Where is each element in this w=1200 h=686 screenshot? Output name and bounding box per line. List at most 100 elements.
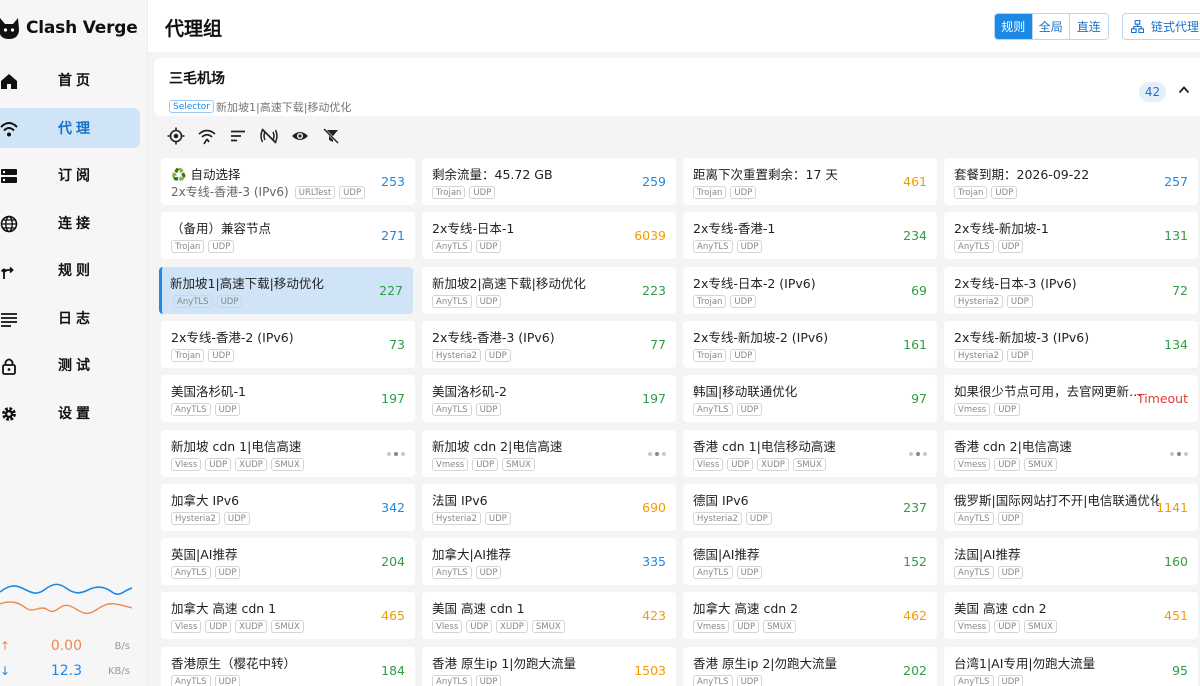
proxy-card[interactable]: 新加坡1|高速下载|移动优化 AnyTLS UDP 227 xyxy=(159,266,413,314)
show-type-button[interactable] xyxy=(290,126,310,146)
proxy-card[interactable]: 2x专线-新加坡-3 (IPv6) Hysteria2 UDP 134 xyxy=(944,320,1198,368)
proxy-delay[interactable]: 204 xyxy=(381,554,405,569)
sidebar-item-list[interactable]: 日志 xyxy=(0,298,140,338)
proxy-card[interactable]: 距离下次重置剩余：17 天 Trojan UDP 461 xyxy=(683,158,937,205)
proxy-card[interactable]: 2x专线-日本-3 (IPv6) Hysteria2 UDP 72 xyxy=(944,266,1198,314)
proxy-delay[interactable]: 234 xyxy=(903,228,927,243)
proxy-card[interactable]: ♻️ 自动选择 2x专线-香港-3 (IPv6) URLTest UDP 253 xyxy=(161,158,415,205)
proxy-card[interactable]: 香港 cdn 2|电信高速 Vmess UDP SMUX xyxy=(944,429,1198,477)
proxy-delay[interactable]: 77 xyxy=(650,337,666,352)
proxy-card[interactable]: 美国洛杉矶-1 AnyTLS UDP 197 xyxy=(161,375,415,423)
download-value: 12.3 xyxy=(50,663,82,679)
proxy-card[interactable]: 2x专线-香港-2 (IPv6) Trojan UDP 73 xyxy=(161,320,415,368)
proxy-card[interactable]: 德国|AI推荐 AnyTLS UDP 152 xyxy=(683,538,937,586)
proxy-delay[interactable]: 259 xyxy=(642,174,666,189)
proxy-delay[interactable]: 152 xyxy=(903,554,927,569)
chevron-up-icon[interactable] xyxy=(1178,84,1190,96)
proxy-card[interactable]: 美国 高速 cdn 2 Vmess UDP SMUX 451 xyxy=(944,592,1198,640)
proxy-card[interactable]: （备用）兼容节点 Trojan UDP 271 xyxy=(161,212,415,260)
sidebar-item-wifi[interactable]: 代理 xyxy=(0,107,140,148)
proxy-delay[interactable]: 95 xyxy=(1172,663,1188,678)
proxy-card[interactable]: 台湾1|AI专用|勿跑大流量 AnyTLS UDP 95 xyxy=(944,646,1198,686)
sidebar-item-gear[interactable]: 设置 xyxy=(0,393,140,433)
sidebar-item-globe[interactable]: 连接 xyxy=(0,203,140,243)
proxy-delay[interactable]: 271 xyxy=(381,228,405,243)
proxy-group-header[interactable]: 三毛机场 Selector 新加坡1|高速下载|移动优化 42 xyxy=(154,58,1200,116)
proxy-delay[interactable]: 202 xyxy=(903,663,927,678)
proxy-card[interactable]: 香港 原生ip 1|勿跑大流量 AnyTLS UDP 1503 xyxy=(422,646,676,686)
proxy-delay[interactable]: 253 xyxy=(381,174,405,189)
proxy-card[interactable]: 2x专线-日本-1 AnyTLS UDP 6039 xyxy=(422,212,676,260)
filter-off-button[interactable] xyxy=(321,126,341,146)
sidebar-item-dns[interactable]: 订阅 xyxy=(0,155,140,195)
proxy-delay[interactable]: 184 xyxy=(381,663,405,678)
proxy-delay[interactable]: 197 xyxy=(642,391,666,406)
proxy-delay[interactable]: 342 xyxy=(381,500,405,515)
proxy-delay[interactable]: 462 xyxy=(903,608,927,623)
mode-button-1[interactable]: 全局 xyxy=(1032,14,1070,39)
proxy-card[interactable]: 新加坡 cdn 2|电信高速 Vmess UDP SMUX xyxy=(422,429,676,477)
proxy-card[interactable]: 加拿大|AI推荐 AnyTLS UDP 335 xyxy=(422,538,676,586)
proxy-card[interactable]: 2x专线-日本-2 (IPv6) Trojan UDP 69 xyxy=(683,266,937,314)
proxy-card[interactable]: 香港 原生ip 2|勿跑大流量 AnyTLS UDP 202 xyxy=(683,646,937,686)
proxy-delay[interactable]: 1141 xyxy=(1156,500,1188,515)
proxy-delay[interactable]: 73 xyxy=(389,337,405,352)
proxy-type-tag: Trojan xyxy=(693,186,727,199)
hide-unavailable-button[interactable] xyxy=(259,126,279,146)
proxy-delay[interactable]: 1503 xyxy=(634,663,666,678)
mode-button-2[interactable]: 直连 xyxy=(1070,14,1108,39)
proxy-delay[interactable]: 335 xyxy=(642,554,666,569)
chain-proxy-button[interactable]: 链式代理 xyxy=(1122,13,1200,40)
proxy-delay[interactable]: 223 xyxy=(642,283,666,298)
proxy-delay[interactable]: 451 xyxy=(1164,608,1188,623)
proxy-card[interactable]: 套餐到期：2026-09-22 Trojan UDP 257 xyxy=(944,158,1198,205)
proxy-card[interactable]: 韩国|移动联通优化 AnyTLS UDP 97 xyxy=(683,375,937,423)
proxy-card[interactable]: 法国 IPv6 Hysteria2 UDP 690 xyxy=(422,483,676,531)
proxy-delay[interactable]: 461 xyxy=(903,174,927,189)
proxy-card[interactable]: 香港原生（樱花中转） AnyTLS UDP 184 xyxy=(161,646,415,686)
proxy-card[interactable]: 加拿大 高速 cdn 1 Vless UDP XUDP SMUX 465 xyxy=(161,592,415,640)
proxy-delay[interactable]: 423 xyxy=(642,608,666,623)
proxy-card[interactable]: 英国|AI推荐 AnyTLS UDP 204 xyxy=(161,538,415,586)
proxy-delay[interactable]: 237 xyxy=(903,500,927,515)
proxy-delay[interactable]: 97 xyxy=(911,391,927,406)
locate-button[interactable] xyxy=(166,126,186,146)
sidebar-item-lock[interactable]: 测试 xyxy=(0,345,140,385)
proxy-card[interactable]: 香港 cdn 1|电信移动高速 Vless UDP XUDP SMUX xyxy=(683,429,937,477)
proxy-delay[interactable]: Timeout xyxy=(1137,391,1188,406)
proxy-delay[interactable]: 227 xyxy=(379,283,403,298)
proxy-card[interactable]: 法国|AI推荐 AnyTLS UDP 160 xyxy=(944,538,1198,586)
proxy-delay[interactable]: 72 xyxy=(1172,283,1188,298)
proxy-card[interactable]: 德国 IPv6 Hysteria2 UDP 237 xyxy=(683,483,937,531)
proxy-delay[interactable]: 131 xyxy=(1164,228,1188,243)
sidebar-item-home[interactable]: 首页 xyxy=(0,60,140,100)
proxy-card[interactable]: 2x专线-新加坡-1 AnyTLS UDP 131 xyxy=(944,212,1198,260)
proxy-delay[interactable]: 257 xyxy=(1164,174,1188,189)
proxy-type-tag: SMUX xyxy=(270,620,304,634)
proxy-delay[interactable]: 161 xyxy=(903,337,927,352)
proxy-card[interactable]: 2x专线-香港-1 AnyTLS UDP 234 xyxy=(683,212,937,260)
sort-button[interactable] xyxy=(228,126,248,146)
sidebar-item-route[interactable]: 规则 xyxy=(0,250,140,290)
proxy-card[interactable]: 2x专线-新加坡-2 (IPv6) Trojan UDP 161 xyxy=(683,320,937,368)
proxy-delay[interactable]: 160 xyxy=(1164,554,1188,569)
proxy-card[interactable]: 2x专线-香港-3 (IPv6) Hysteria2 UDP 77 xyxy=(422,320,676,368)
proxy-card[interactable]: 俄罗斯|国际网站打不开|电信联通优化 AnyTLS UDP 1141 xyxy=(944,483,1198,531)
proxy-delay[interactable]: 134 xyxy=(1164,337,1188,352)
proxy-card[interactable]: 美国 高速 cdn 1 Vless UDP XUDP SMUX 423 xyxy=(422,592,676,640)
proxy-delay[interactable]: 690 xyxy=(642,500,666,515)
proxy-delay[interactable]: 197 xyxy=(381,391,405,406)
proxy-card[interactable]: 美国洛杉矶-2 AnyTLS UDP 197 xyxy=(422,375,676,423)
proxy-card[interactable]: 加拿大 高速 cdn 2 Vmess UDP SMUX 462 xyxy=(683,592,937,640)
proxy-type-tag: Trojan xyxy=(954,186,988,199)
proxy-delay[interactable]: 6039 xyxy=(634,228,666,243)
proxy-card[interactable]: 新加坡2|高速下载|移动优化 AnyTLS UDP 223 xyxy=(422,266,676,314)
mode-button-0[interactable]: 规则 xyxy=(995,14,1033,39)
delay-test-button[interactable] xyxy=(197,126,217,146)
proxy-card[interactable]: 如果很少节点可用，去官网更新… Vmess UDP Timeout xyxy=(944,375,1198,423)
proxy-delay[interactable]: 465 xyxy=(381,608,405,623)
proxy-delay[interactable]: 69 xyxy=(911,283,927,298)
proxy-card[interactable]: 剩余流量：45.72 GB Trojan UDP 259 xyxy=(422,158,676,205)
proxy-card[interactable]: 新加坡 cdn 1|电信高速 Vless UDP XUDP SMUX xyxy=(161,429,415,477)
proxy-card[interactable]: 加拿大 IPv6 Hysteria2 UDP 342 xyxy=(161,483,415,531)
